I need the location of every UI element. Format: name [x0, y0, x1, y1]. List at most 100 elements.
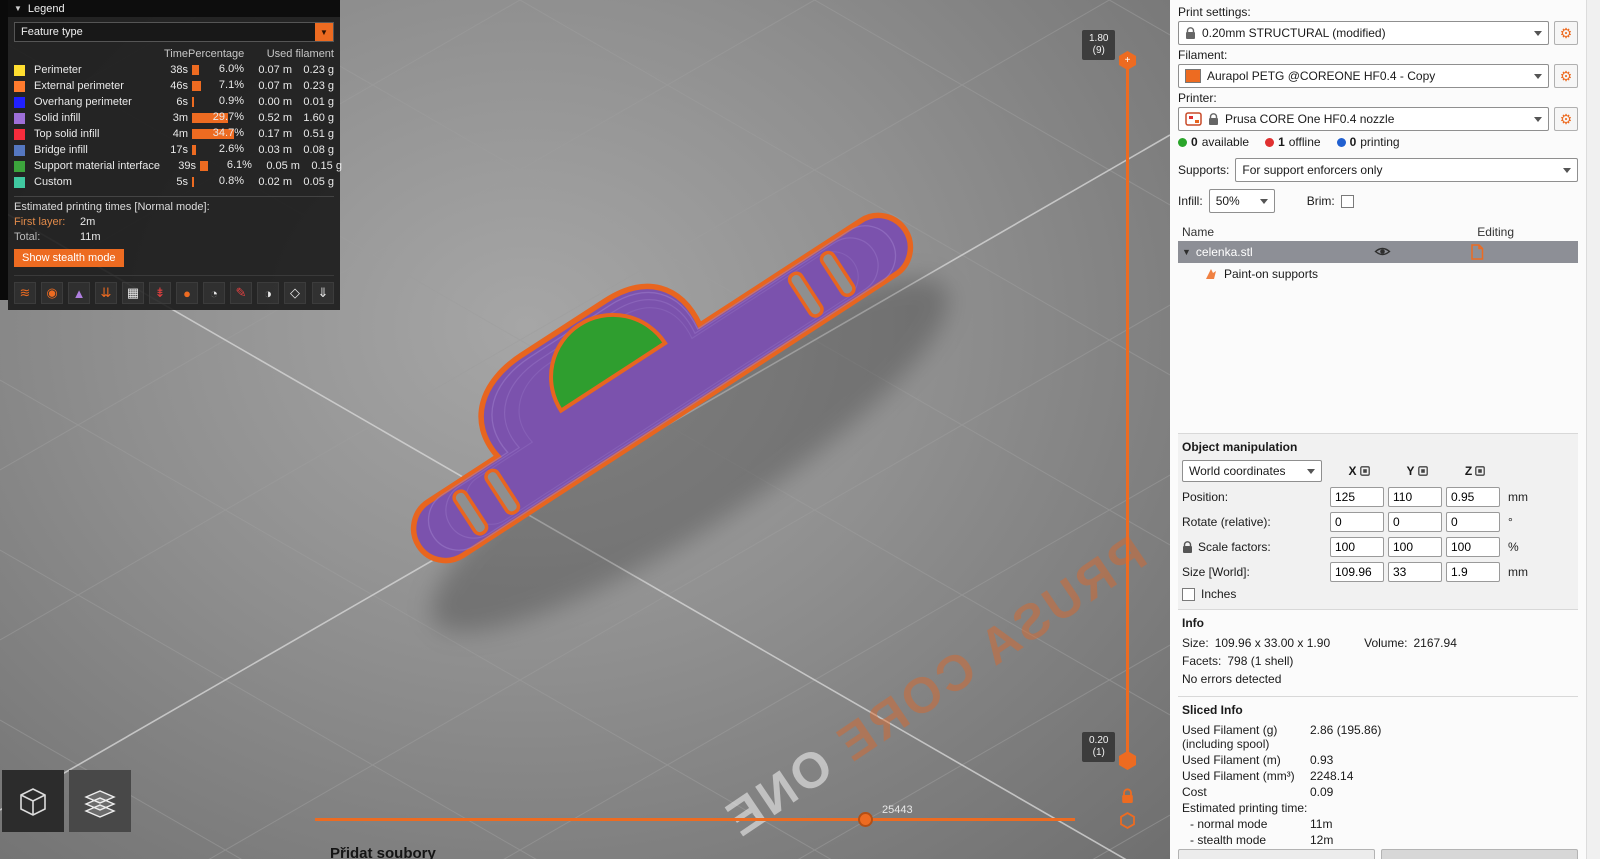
print-settings-gear-button[interactable]: ⚙	[1554, 21, 1578, 45]
feature-used-m: 0.00 m	[258, 96, 292, 108]
rotate-row: Rotate (relative): °	[1182, 512, 1574, 532]
position-y-input[interactable]	[1388, 487, 1442, 507]
moves-slider-handle[interactable]	[858, 812, 873, 827]
filament-gear-button[interactable]: ⚙	[1554, 64, 1578, 88]
brim-checkbox[interactable]	[1340, 194, 1354, 208]
first-layer-label: First layer:	[14, 216, 66, 228]
feature-color-swatch	[14, 112, 25, 124]
position-x-input[interactable]	[1330, 487, 1384, 507]
offline-count: 1	[1278, 135, 1285, 149]
infill-select[interactable]: 50%	[1208, 189, 1275, 213]
position-row: Position: mm	[1182, 487, 1574, 507]
scale-z-input[interactable]	[1446, 537, 1500, 557]
paint-on-supports-item[interactable]: Paint-on supports	[1178, 263, 1578, 285]
position-z-input[interactable]	[1446, 487, 1500, 507]
first-layer-value: 2m	[80, 216, 96, 228]
printer-gear-button[interactable]: ⚙	[1554, 107, 1578, 131]
svg-text:PRUSA CORE ONE: PRUSA CORE ONE	[714, 525, 1156, 849]
sidebar-scrollbar[interactable]	[1586, 0, 1600, 859]
scale-x-input[interactable]	[1330, 537, 1384, 557]
info-size-label: Size:	[1182, 636, 1209, 650]
feature-used-g: 0.23 g	[303, 64, 334, 76]
filament-select[interactable]: Aurapol PETG @COREONE HF0.4 - Copy	[1178, 64, 1549, 88]
feature-used-g: 0.08 g	[303, 144, 334, 156]
send-to-connect-button[interactable]: Send to Connect	[1381, 849, 1578, 859]
infill-pattern-icon[interactable]: ▦	[122, 282, 144, 304]
wireframe-icon[interactable]: ◇	[284, 282, 306, 304]
supports-icon[interactable]: ▲	[68, 282, 90, 304]
rotate-y-input[interactable]	[1388, 512, 1442, 532]
object-row-celenka[interactable]: ▼ celenka.stl	[1178, 241, 1578, 263]
3d-editor-view-button[interactable]	[2, 770, 64, 832]
position-label: Position:	[1182, 490, 1229, 504]
brim-label: Brim:	[1306, 194, 1335, 208]
chevron-down-icon	[1259, 198, 1268, 204]
printer-select[interactable]: Prusa CORE One HF0.4 nozzle	[1178, 107, 1549, 131]
custom-gcode-icon[interactable]: ✎	[230, 282, 252, 304]
rotate-z-input[interactable]	[1446, 512, 1500, 532]
percent-bar	[192, 65, 199, 75]
place-on-bed-icon[interactable]: ⇓	[312, 282, 334, 304]
inches-label: Inches	[1201, 587, 1237, 601]
object-list: Name Editing ▼ celenka.stl Paint-on supp…	[1178, 223, 1578, 433]
show-stealth-mode-button[interactable]: Show stealth mode	[14, 249, 124, 267]
layer-slider-track[interactable]	[1126, 64, 1129, 758]
info-facets-value: 798 (1 shell)	[1227, 654, 1294, 668]
view-mode-switcher	[2, 770, 131, 832]
axis-header-y: Y	[1388, 464, 1446, 478]
printer-value: Prusa CORE One HF0.4 nozzle	[1225, 112, 1395, 126]
supports-select[interactable]: For support enforcers only	[1235, 158, 1578, 182]
legend-toolbar: ≋ ◉ ▲ ⇊ ▦ ⇟ ● ◔ ✎ ◑ ◇ ⇓	[14, 275, 334, 304]
info-volume-label: Volume:	[1364, 636, 1408, 650]
feature-color-swatch	[14, 96, 25, 108]
dropdown-arrow-icon[interactable]: ▼	[315, 23, 333, 41]
rotate-x-input[interactable]	[1330, 512, 1384, 532]
feature-used-m: 0.02 m	[258, 176, 292, 188]
filament-color-swatch	[1185, 69, 1201, 83]
chevron-down-icon	[1534, 116, 1542, 122]
color-changes-icon[interactable]: ●	[176, 282, 198, 304]
offline-dot	[1265, 137, 1275, 147]
edit-object-icon[interactable]	[1470, 244, 1484, 263]
percent-bar	[192, 145, 196, 155]
scale-y-input[interactable]	[1388, 537, 1442, 557]
feature-percent: 6.0%	[218, 63, 244, 75]
print-settings-label: Print settings:	[1178, 5, 1251, 19]
3d-viewport[interactable]: PRUSA CORE ONE ▼ Legend Feature type ▼ T…	[0, 0, 1170, 859]
retractions-icon[interactable]: ⇟	[149, 282, 171, 304]
moves-slider-value: 25443	[882, 804, 913, 816]
travels-icon[interactable]: ◉	[41, 282, 63, 304]
feature-percent: 6.1%	[226, 159, 252, 171]
chevron-down-icon	[1534, 73, 1542, 79]
legend-row: Perimeter 38s 6.0% 0.07 m 0.23 g	[14, 62, 334, 78]
feature-label: Custom	[34, 176, 72, 188]
feature-used-m: 0.07 m	[258, 64, 292, 76]
extrusions-icon[interactable]: ≋	[14, 282, 36, 304]
sliced-info-panel: Sliced Info Used Filament (g) (including …	[1178, 696, 1578, 849]
preview-view-button[interactable]	[69, 770, 131, 832]
expand-chevron-icon[interactable]: ▼	[1182, 247, 1191, 257]
bottom-layer-height: 0.20	[1089, 735, 1109, 746]
coordinate-system-select[interactable]: World coordinates	[1182, 460, 1322, 482]
legend-panel: ▼ Legend Feature type ▼ Time Percentage …	[8, 0, 342, 310]
estimated-time-icon[interactable]: ◔	[203, 282, 225, 304]
inches-checkbox[interactable]	[1182, 587, 1195, 601]
size-z-input[interactable]	[1446, 562, 1500, 582]
visibility-eye-icon[interactable]	[1374, 245, 1391, 261]
uniform-scale-lock-icon[interactable]	[1182, 540, 1193, 554]
export-gcode-button[interactable]: Export G-code	[1178, 849, 1375, 859]
one-layer-mode-icon[interactable]	[1119, 812, 1136, 834]
legend-titlebar[interactable]: ▼ Legend	[8, 0, 340, 17]
legend-row: Solid infill 3m 29.7% 0.52 m 1.60 g	[14, 110, 334, 126]
print-settings-select[interactable]: 0.20mm STRUCTURAL (modified)	[1178, 21, 1549, 45]
used-filament-m-value: 0.93	[1310, 753, 1334, 767]
slider-lock-icon[interactable]	[1120, 788, 1135, 810]
legend-row: Support material interface 39s 6.1% 0.05…	[14, 158, 342, 174]
shells-icon[interactable]: ◑	[257, 282, 279, 304]
seams-icon[interactable]: ⇊	[95, 282, 117, 304]
size-x-input[interactable]	[1330, 562, 1384, 582]
feature-color-swatch	[14, 64, 25, 76]
feature-type-select[interactable]: Feature type ▼	[14, 22, 334, 42]
size-y-input[interactable]	[1388, 562, 1442, 582]
moves-slider-track[interactable]	[315, 818, 1075, 821]
